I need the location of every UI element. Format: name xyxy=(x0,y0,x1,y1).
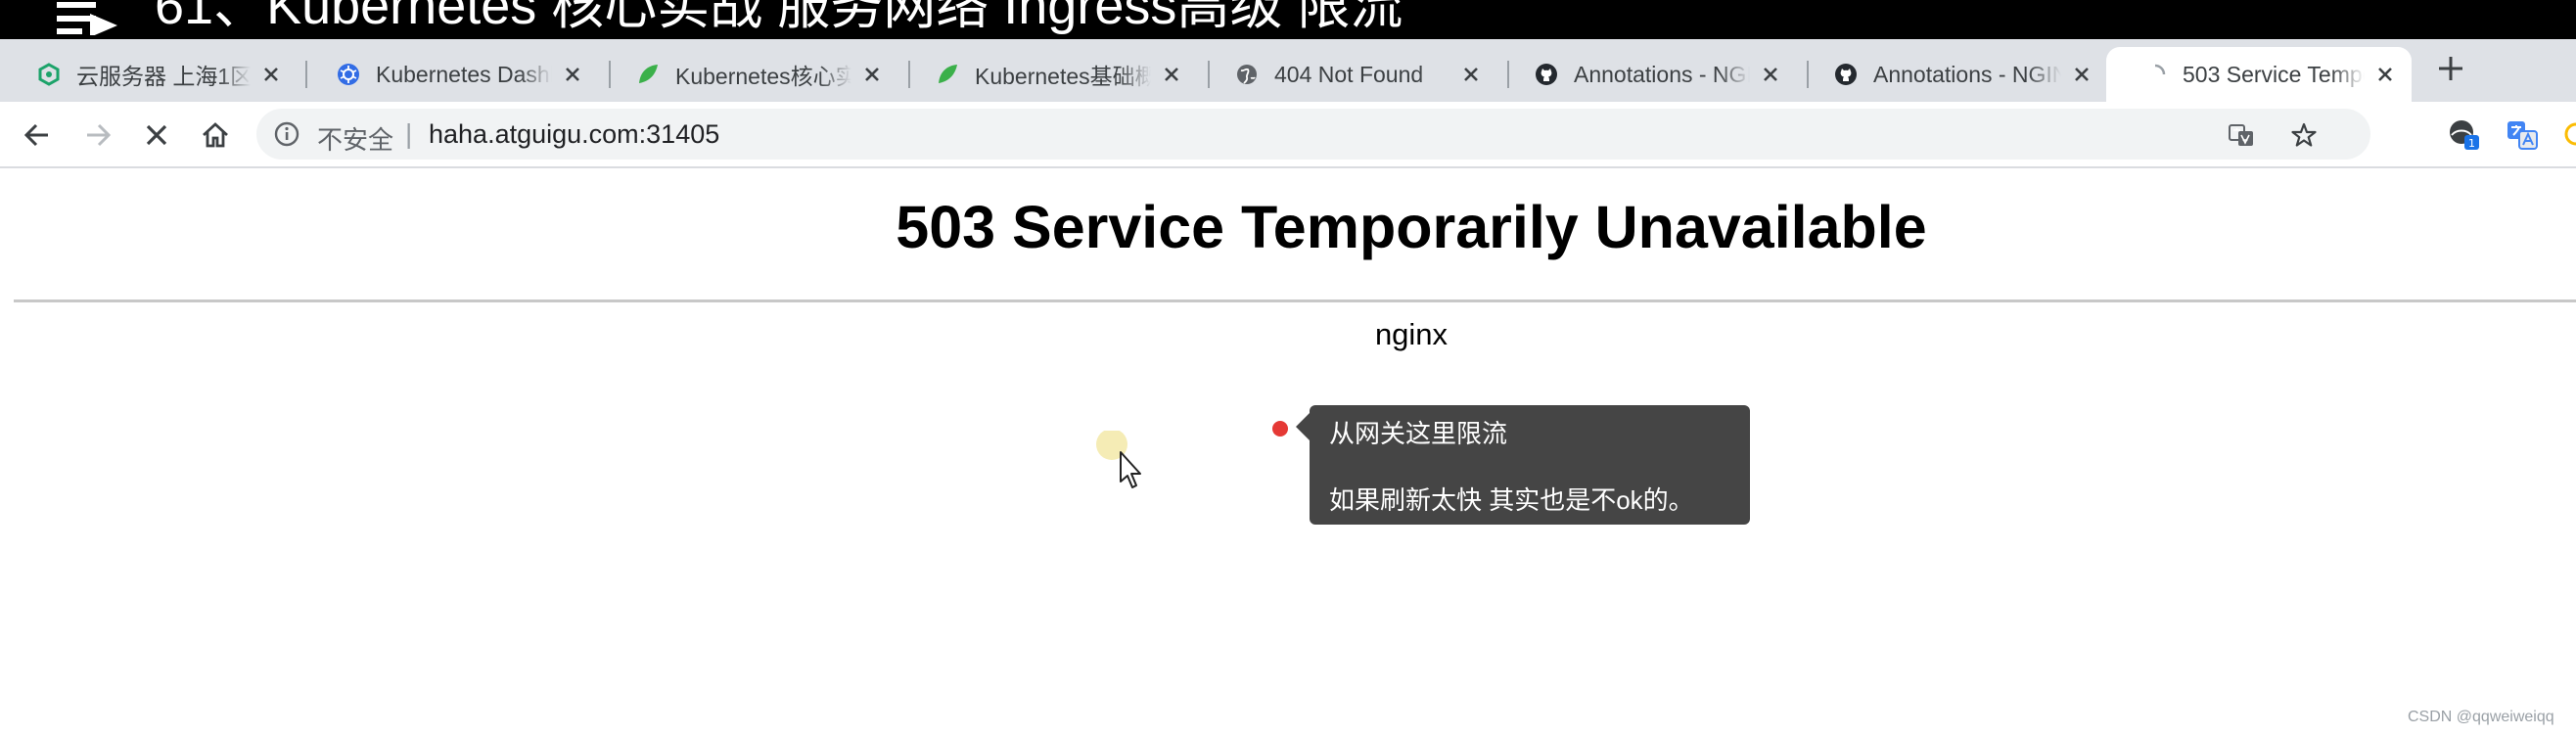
server-signature: nginx xyxy=(1374,317,1449,351)
tab-label: Annotations - NGINX Ingress Controller xyxy=(1873,61,2061,87)
github-icon xyxy=(1835,64,1857,85)
close-icon[interactable] xyxy=(1458,62,1484,87)
forward-arrow-icon[interactable] xyxy=(82,119,114,151)
horizontal-rule xyxy=(14,299,2576,302)
tab-kubernetes-core[interactable]: Kubernetes核心实战 xyxy=(599,47,898,102)
annotation-bubble: 从网关这里限流 如果刷新太快 其实也是不ok的。 xyxy=(1310,405,1750,525)
tab-label: 404 Not Found xyxy=(1274,61,1424,87)
tab-kubernetes-basics[interactable]: Kubernetes基础概念 xyxy=(898,47,1198,102)
info-icon[interactable] xyxy=(274,121,299,147)
extension-partial-icon[interactable] xyxy=(2562,117,2576,151)
annotation-marker xyxy=(1272,421,1288,437)
yuque-leaf-icon xyxy=(639,65,658,83)
watermark: CSDN @qqweiweiqq xyxy=(2408,709,2554,725)
bookmark-star-icon[interactable] xyxy=(2290,121,2318,149)
tab-label: Kubernetes基础概念 xyxy=(975,64,1151,89)
close-icon[interactable] xyxy=(560,62,585,87)
close-icon[interactable] xyxy=(2069,62,2094,87)
globe-icon xyxy=(1237,65,1257,84)
cloud-server-icon xyxy=(38,63,60,86)
playlist-icon[interactable] xyxy=(57,0,117,35)
yuque-leaf-icon xyxy=(939,65,957,83)
back-arrow-icon[interactable] xyxy=(22,119,53,151)
close-icon[interactable] xyxy=(258,62,284,87)
stop-loading-icon[interactable] xyxy=(141,119,172,151)
translate-icon[interactable] xyxy=(2228,121,2255,149)
tab-label: 云服务器 上海1区 xyxy=(76,64,251,89)
error-heading: 503 Service Temporarily Unavailable xyxy=(896,194,1927,260)
tab-label: 503 Service Temporarily Unavailable xyxy=(2183,61,2365,87)
browser-toolbar: 不安全 | haha.atguigu.com:31405 1 xyxy=(0,102,2576,168)
tab-label: Annotations - NGINX Ingress Controller xyxy=(1574,61,1750,87)
loading-icon xyxy=(2154,64,2166,75)
tab-503-active[interactable]: 503 Service Temporarily Unavailable xyxy=(2106,47,2412,102)
extension-icon[interactable]: 1 xyxy=(2447,117,2480,151)
new-tab-icon[interactable] xyxy=(2435,53,2466,84)
close-icon[interactable] xyxy=(1159,62,1184,87)
annotation-line-2: 如果刷新太快 其实也是不ok的。 xyxy=(1329,485,1694,515)
kubernetes-icon xyxy=(338,64,359,85)
translate-extension-icon[interactable] xyxy=(2506,117,2539,151)
tab-kubernetes-dashboard[interactable]: Kubernetes Dashboard xyxy=(299,47,599,102)
video-title-bar: 61、Kubernetes 核心实战 服务网络 Ingress高级 限流 xyxy=(0,0,2576,39)
address-bar[interactable]: 不安全 | haha.atguigu.com:31405 xyxy=(256,109,2370,160)
tab-label: Kubernetes Dashboard xyxy=(376,61,552,87)
github-icon xyxy=(1536,64,1557,85)
tab-label: Kubernetes核心实战 xyxy=(675,64,851,89)
tab-404-not-found[interactable]: 404 Not Found xyxy=(1198,47,1497,102)
close-icon[interactable] xyxy=(2372,62,2398,87)
tab-cloud-server[interactable]: 云服务器 上海1区 xyxy=(0,47,298,102)
tab-annotations-2[interactable]: Annotations - NGINX Ingress Controller xyxy=(1797,47,2108,102)
video-title: 61、Kubernetes 核心实战 服务网络 Ingress高级 限流 xyxy=(155,0,1403,35)
close-icon[interactable] xyxy=(859,62,885,87)
mouse-cursor-icon xyxy=(1096,431,1141,488)
home-icon[interactable] xyxy=(200,119,231,151)
page-content: 503 Service Temporarily Unavailable ngin… xyxy=(0,168,2576,736)
annotation-pointer xyxy=(1296,413,1310,440)
tab-strip: 云服务器 上海1区 Kubernetes Dashboard Kubernete… xyxy=(0,39,2576,102)
svg-text:1: 1 xyxy=(2468,137,2475,150)
url-separator: | xyxy=(405,118,413,149)
url-text[interactable]: haha.atguigu.com:31405 xyxy=(429,119,719,150)
tab-annotations-1[interactable]: Annotations - NGINX Ingress Controller xyxy=(1497,47,1797,102)
annotation-line-1: 从网关这里限流 xyxy=(1329,419,1508,448)
close-icon[interactable] xyxy=(1758,62,1783,87)
security-status: 不安全 xyxy=(317,125,394,155)
